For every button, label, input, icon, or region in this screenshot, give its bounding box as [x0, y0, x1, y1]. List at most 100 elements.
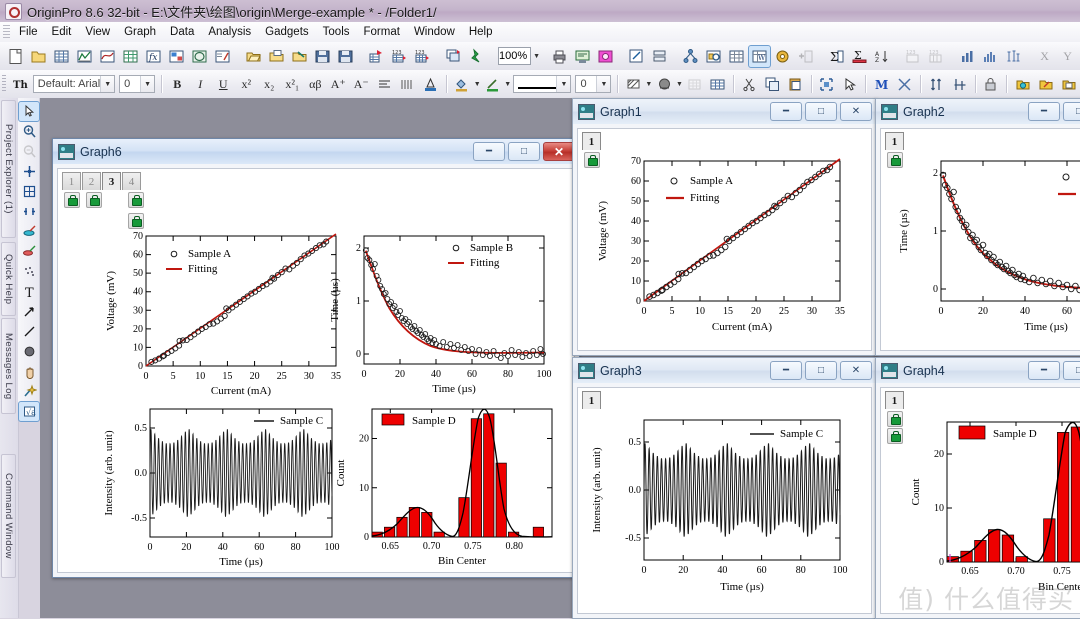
- text-tool-icon[interactable]: T: [19, 282, 39, 301]
- graph3-maximize-button[interactable]: □: [805, 361, 837, 380]
- graph4-layer-tab-1[interactable]: 1: [885, 391, 904, 409]
- save-project-icon[interactable]: [312, 46, 333, 67]
- window-graph2[interactable]: Graph2 ━ □ ✕ 1: [875, 98, 1080, 356]
- graph1-lock-icon[interactable]: [584, 152, 600, 168]
- graph3-page[interactable]: 1 0.5 0.0 -0.5 0 20 40 60 80 100 Time (µ…: [577, 387, 872, 614]
- cut-icon[interactable]: [739, 74, 760, 95]
- theme-gallery-icon[interactable]: [1058, 74, 1079, 95]
- bold-button[interactable]: B: [167, 74, 188, 95]
- menu-item-graph[interactable]: Graph: [117, 24, 163, 40]
- graph3-minimize-button[interactable]: ━: [770, 361, 802, 380]
- panel-tab-messages-log[interactable]: Messages Log: [1, 318, 16, 414]
- zoom-level-combo[interactable]: 100%: [498, 47, 532, 65]
- graph2-page[interactable]: 1 012 0 20 40 60 Time (µs) Time (µs): [880, 128, 1080, 351]
- set-as-y-icon[interactable]: Y: [1057, 46, 1078, 67]
- mask-points-tool-icon[interactable]: [19, 262, 39, 281]
- graph2-maximize-button[interactable]: □: [1063, 102, 1080, 121]
- graph6-maximize-button[interactable]: □: [508, 142, 540, 161]
- italic-button[interactable]: I: [190, 74, 211, 95]
- layer-contents-icon[interactable]: [649, 46, 670, 67]
- gradient-fill-dropdown-arrow-icon[interactable]: ▼: [676, 75, 684, 93]
- graph1-layer-tab-1[interactable]: 1: [582, 132, 601, 150]
- save-template-icon[interactable]: [335, 46, 356, 67]
- fill-color-dropdown-arrow-icon[interactable]: ▼: [473, 75, 481, 93]
- zoom-dropdown-arrow-icon[interactable]: ▼: [533, 47, 540, 65]
- increase-font-button[interactable]: A⁺: [328, 74, 349, 95]
- screen-reader-tool-icon[interactable]: [19, 182, 39, 201]
- pattern-fill-dropdown-arrow-icon[interactable]: ▼: [645, 75, 653, 93]
- regional-mask-tool-icon[interactable]: [19, 242, 39, 261]
- theme-apply-icon[interactable]: [1012, 74, 1033, 95]
- histogram-plot-icon[interactable]: [980, 46, 1001, 67]
- pattern-fill-icon[interactable]: [623, 74, 644, 95]
- panel-tab-project-explorer[interactable]: Project Explorer (1): [1, 100, 16, 238]
- rescale-icon[interactable]: [816, 74, 837, 95]
- graph2-lock-icon[interactable]: [887, 152, 903, 168]
- open-project-icon[interactable]: [243, 46, 264, 67]
- copy-icon[interactable]: [762, 74, 783, 95]
- underline-button[interactable]: U: [213, 74, 234, 95]
- window-graph1[interactable]: Graph1 ━ □ ✕ 1 0 10 20 30 40 50 60 70 0 …: [572, 98, 877, 356]
- new-matrix-icon[interactable]: [120, 46, 141, 67]
- graph3-title-bar[interactable]: Graph3 ━ □ ✕: [573, 358, 876, 384]
- line-tool-icon[interactable]: [19, 322, 39, 341]
- line-style-combo[interactable]: ▼: [513, 75, 572, 93]
- graph6-layer-tab-1[interactable]: 1: [62, 172, 81, 190]
- font-family-dropdown-arrow-icon[interactable]: ▼: [100, 76, 115, 92]
- extract-graphs-icon[interactable]: [894, 74, 915, 95]
- graph4-lock-icon-2[interactable]: [887, 428, 903, 444]
- new-worksheet-data-icon[interactable]: 123: [903, 46, 924, 67]
- align-horizontal-icon[interactable]: [949, 74, 970, 95]
- line-width-combo[interactable]: 0 ▼: [575, 75, 612, 93]
- new-layout-icon[interactable]: [166, 46, 187, 67]
- graph1-close-button[interactable]: ✕: [840, 102, 872, 121]
- grid-lines-icon[interactable]: [684, 74, 705, 95]
- graph6-layer2-sampleB-plot[interactable]: 0 1 2 0 20 40 60 80 100 Time (µs) Time (µs): [330, 224, 560, 414]
- pan-tool-icon[interactable]: [19, 362, 39, 381]
- graph2-layer-tab-1[interactable]: 1: [885, 132, 904, 150]
- window-graph6[interactable]: Graph6 ━ □ ✕ 1 2 3 4 0 10 20 30 40 50 60…: [52, 138, 580, 578]
- sort-ascending-icon[interactable]: AZ: [872, 46, 893, 67]
- graph1-sampleA-plot[interactable]: 0 10 20 30 40 50 60 70 0 5 10 15 20 25 30 35 Curre…: [586, 147, 866, 351]
- graph3-sampleC-plot[interactable]: 0.5 0.0 -0.5 0 20 40 60 80 100 Time (µs) Inten…: [582, 410, 872, 614]
- panel-tab-command-window[interactable]: Command Window: [1, 454, 16, 578]
- draw-data-tool-icon[interactable]: [19, 222, 39, 241]
- menu-item-help[interactable]: Help: [462, 24, 500, 40]
- decrease-font-button[interactable]: A⁻: [351, 74, 372, 95]
- export-graph-icon[interactable]: [595, 46, 616, 67]
- graph6-lock-icon-1[interactable]: [64, 192, 80, 208]
- run-script-icon[interactable]: [466, 46, 487, 67]
- lock-object-icon[interactable]: [980, 74, 1001, 95]
- add-layer-icon[interactable]: [795, 46, 816, 67]
- new-excel-icon[interactable]: [189, 46, 210, 67]
- duplicate-icon[interactable]: [443, 46, 464, 67]
- new-function-plot-icon[interactable]: [97, 46, 118, 67]
- graph6-minimize-button[interactable]: ━: [473, 142, 505, 161]
- line-color-icon[interactable]: [482, 74, 503, 95]
- font-color-icon[interactable]: [420, 74, 441, 95]
- graph6-layer-tab-4[interactable]: 4: [122, 172, 141, 190]
- graph4-lock-icon-1[interactable]: [887, 411, 903, 427]
- zoom-out-tool-icon[interactable]: [19, 142, 39, 161]
- menu-item-format[interactable]: Format: [357, 24, 407, 40]
- data-reader-tool-icon[interactable]: [19, 162, 39, 181]
- print-preview-icon[interactable]: [572, 46, 593, 67]
- text-columns-icon[interactable]: [397, 74, 418, 95]
- font-mode-icon[interactable]: Th: [9, 74, 30, 95]
- graph6-title-bar[interactable]: Graph6 ━ □ ✕: [53, 139, 579, 165]
- greek-symbol-button[interactable]: αβ: [305, 74, 326, 95]
- graph6-lock-icon-4[interactable]: [128, 213, 144, 229]
- menu-item-data[interactable]: Data: [163, 24, 201, 40]
- window-graph4[interactable]: Graph4 ━ □ ✕ 1: [875, 357, 1080, 619]
- subscript-button[interactable]: x₂: [259, 74, 280, 95]
- arrow-tool-icon[interactable]: [19, 302, 39, 321]
- new-project-icon[interactable]: [5, 46, 26, 67]
- menu-grip[interactable]: [3, 25, 10, 39]
- pointer-tool-icon[interactable]: [18, 101, 40, 122]
- format-toolbar-grip[interactable]: [2, 75, 6, 93]
- zoom-in-tool-icon[interactable]: [19, 122, 39, 141]
- graph1-page[interactable]: 1 0 10 20 30 40 50 60 70 0 5 10 15 20 25…: [577, 128, 872, 351]
- statistics-sum-icon[interactable]: Σ: [826, 46, 847, 67]
- table-layout-icon[interactable]: [707, 74, 728, 95]
- font-size-combo[interactable]: 0 ▼: [119, 75, 156, 93]
